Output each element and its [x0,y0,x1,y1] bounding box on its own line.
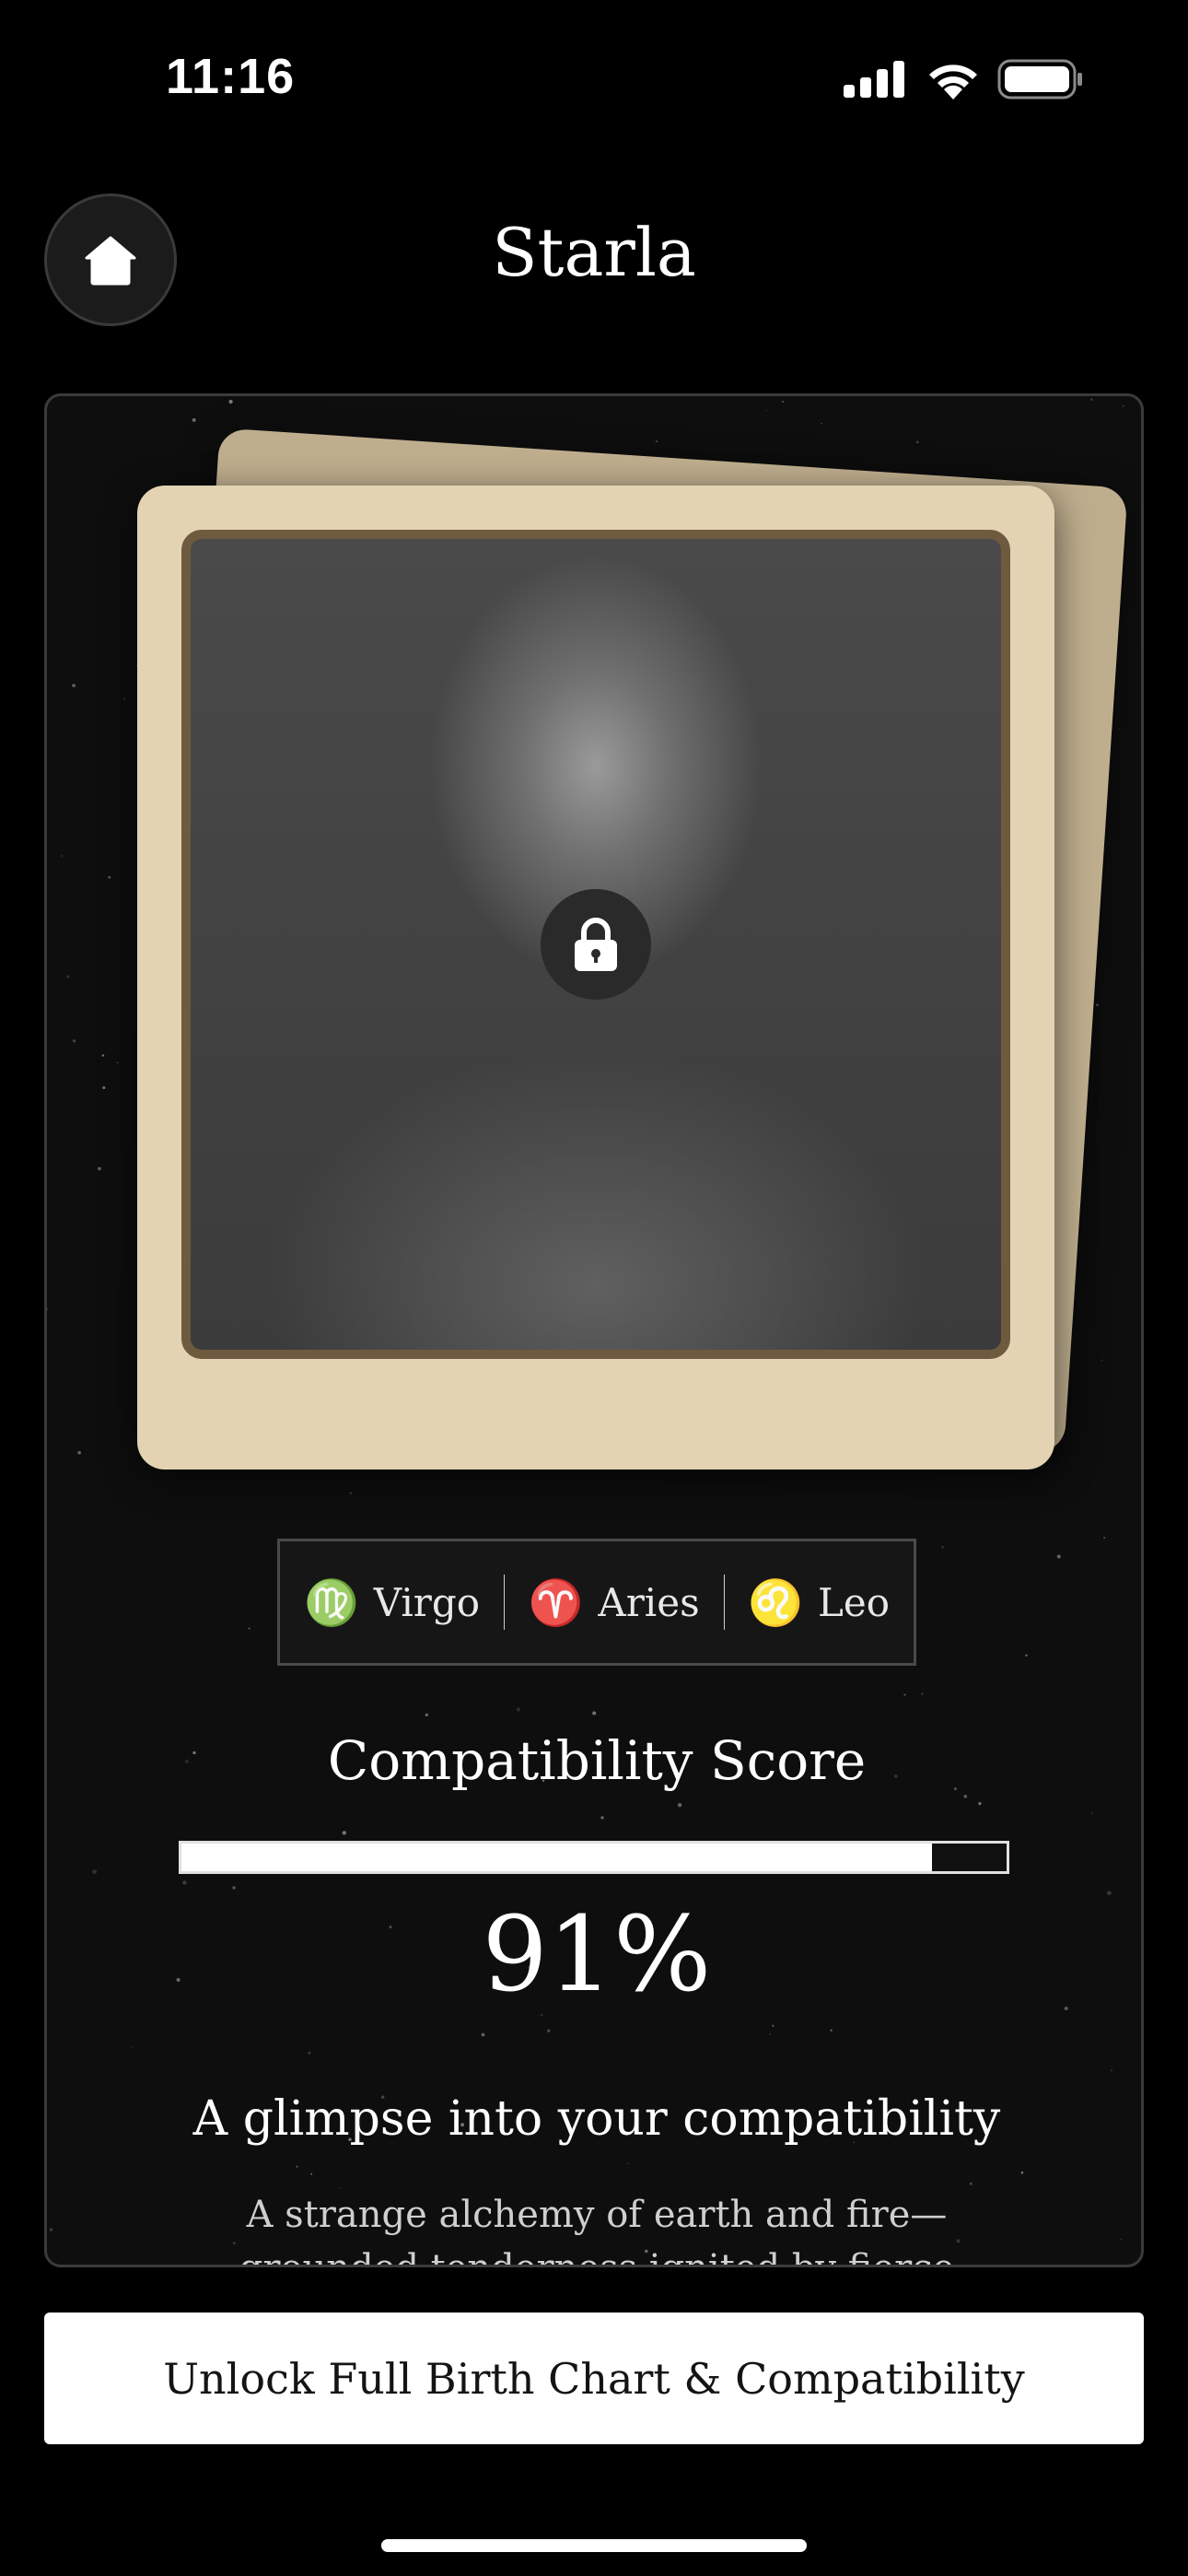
star-dot [626,2162,629,2165]
star-dot [131,2046,133,2048]
star-dot [108,875,111,879]
status-bar: 11:16 [0,0,1188,157]
star-dot [655,439,658,443]
star-dot [1123,404,1124,407]
star-dot [123,697,125,700]
star-dot [92,1869,97,1874]
star-dot [677,1802,682,1808]
star-dot [350,1492,352,1494]
star-dot [248,1627,250,1630]
leo-icon: ♌ [748,1576,803,1629]
star-dot [1101,1359,1103,1362]
front-photo-frame [137,486,1054,1469]
virgo-icon: ♍ [304,1576,359,1629]
star-dot [228,399,233,404]
star-dot [978,1801,982,1806]
star-dot [425,1713,428,1717]
glimpse-body-text: A strange alchemy of earth and fire—grou… [239,2194,955,2265]
blurred-partner-photo [181,530,1010,1359]
star-dot [1117,728,1120,731]
star-dot [481,2032,485,2037]
star-dot [940,1545,945,1549]
star-dot [370,2266,371,2267]
star-dot [915,440,919,444]
star-dot [772,2024,775,2027]
star-dot [1103,1536,1106,1540]
sign-leo: ♌ Leo [724,1576,914,1629]
star-dot [49,2228,53,2231]
compatibility-progress-fill [181,1844,933,1871]
star-dot [782,400,784,403]
star-dot [116,1061,119,1064]
sign-label: Aries [598,1579,700,1625]
sign-label: Virgo [373,1579,481,1625]
status-time: 11:16 [166,49,296,104]
home-indicator [381,2539,807,2552]
star-dot [1025,1654,1028,1657]
star-dot [66,975,70,978]
star-dot [72,684,76,687]
star-dot [342,1831,346,1835]
star-dot [1090,398,1093,401]
star-dot [1110,2069,1113,2072]
glimpse-heading: A glimpse into your compatibility [192,2091,1001,2147]
star-dot [77,1450,81,1455]
compatibility-score-title: Compatibility Score [327,1729,867,1792]
unlock-full-chart-button[interactable]: Unlock Full Birth Chart & Compatibility [44,2313,1144,2444]
star-dot [98,1166,101,1171]
star-dot [47,1307,49,1311]
star-dot [600,1816,604,1820]
sign-virgo: ♍ Virgo [280,1576,504,1629]
star-dot [1096,1003,1099,1007]
star-dot [517,1707,520,1712]
star-dot [182,1880,187,1885]
star-dot [1120,2238,1123,2241]
star-dot [72,1039,76,1043]
star-dot [310,2172,313,2175]
lock-badge[interactable] [541,889,651,1000]
compatibility-progress-bar [179,1841,1009,1874]
star-dot [101,1054,105,1057]
zodiac-signs-box: ♍ Virgo ♈ Aries ♌ Leo [277,1539,916,1666]
star-dot [821,422,823,425]
star-dot [1090,1812,1093,1814]
star-dot [308,2051,311,2055]
sign-aries: ♈ Aries [505,1576,724,1629]
star-dot [921,1692,924,1695]
compatibility-score-value: 91% [482,1895,712,2015]
lock-icon [575,918,617,971]
star-dot [963,1794,968,1798]
battery-icon [997,59,1082,100]
star-dot [830,2029,833,2032]
star-dot [1056,1554,1061,1559]
compatibility-card[interactable]: ♍ Virgo ♈ Aries ♌ Leo Compatibility Scor… [44,393,1144,2267]
star-dot [61,855,63,857]
star-dot [296,2165,298,2169]
star-dot [1020,2171,1024,2174]
star-dot [969,2182,973,2185]
sign-label: Leo [817,1579,890,1625]
star-dot [903,1693,906,1696]
page-title: Starla [492,214,696,291]
wifi-icon [929,64,977,100]
cellular-signal-icon [844,61,904,98]
star-dot [765,410,768,412]
star-dot [232,1886,236,1890]
aries-icon: ♈ [528,1576,584,1629]
star-dot [769,2032,772,2035]
star-dot [547,2029,551,2032]
star-dot [192,417,196,422]
star-dot [592,1711,597,1715]
star-dot [102,1086,106,1090]
